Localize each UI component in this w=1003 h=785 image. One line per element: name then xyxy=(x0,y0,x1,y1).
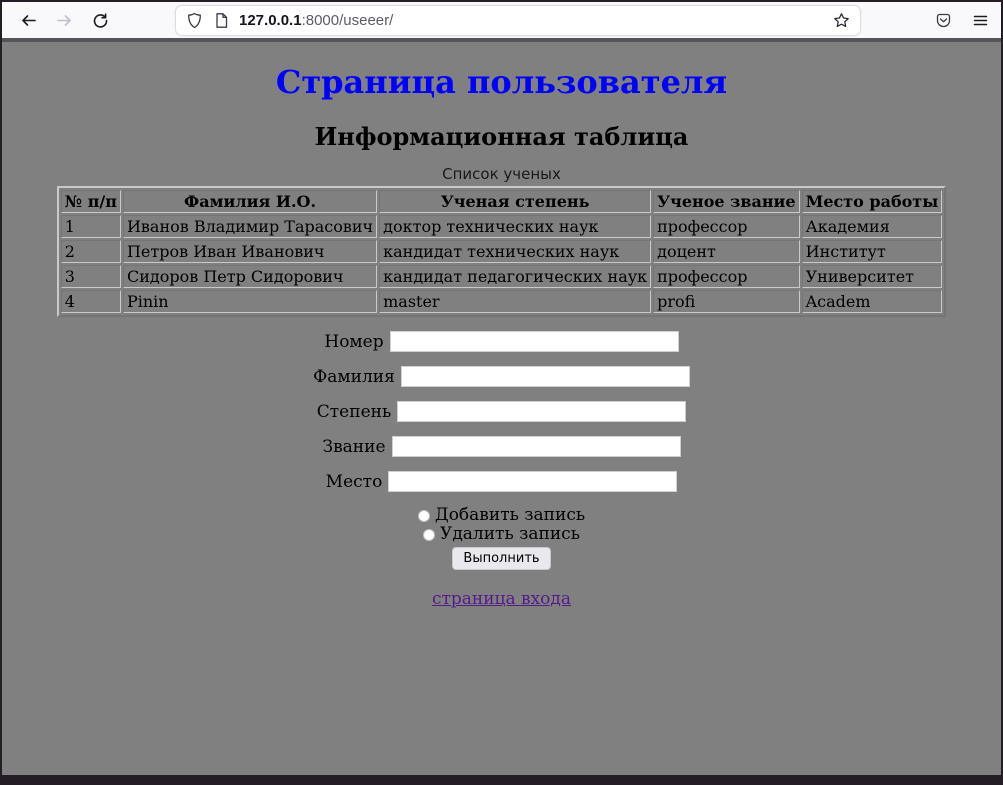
cell-number: 3 xyxy=(61,265,121,288)
web-page-content: Страница пользователя Информационная таб… xyxy=(2,42,1001,775)
add-record-radio[interactable] xyxy=(418,510,430,522)
record-form: Номер Фамилия Степень Звание Место xyxy=(2,331,1001,570)
table-row: 4 Pinin master profi Academ xyxy=(61,290,943,313)
cell-work: Академия xyxy=(802,215,943,238)
delete-record-radio[interactable] xyxy=(423,529,435,541)
table-row: 1 Иванов Владимир Тарасович доктор техни… xyxy=(61,215,943,238)
header-surname: Фамилия И.О. xyxy=(123,190,377,213)
form-row-degree: Степень xyxy=(2,401,1001,422)
header-degree: Ученая степень xyxy=(379,190,651,213)
number-label: Номер xyxy=(324,332,383,352)
page-title: Страница пользователя xyxy=(2,63,1001,101)
table-row: 2 Петров Иван Иванович кандидат техничес… xyxy=(61,240,943,263)
cell-degree: кандидат технических наук xyxy=(379,240,651,263)
link-row: страница входа xyxy=(2,589,1001,609)
table-caption: Список ученых xyxy=(2,165,1001,183)
cell-work: Институт xyxy=(802,240,943,263)
form-row-rank: Звание xyxy=(2,436,1001,457)
url-text[interactable]: 127.0.0.1:8000/useeer/ xyxy=(239,12,833,29)
back-arrow-icon xyxy=(20,12,37,29)
form-row-number: Номер xyxy=(2,331,1001,352)
cell-surname: Петров Иван Иванович xyxy=(123,240,377,263)
browser-toolbar: 127.0.0.1:8000/useeer/ xyxy=(2,2,1001,42)
browser-window: 127.0.0.1:8000/useeer/ Страница пользова… xyxy=(0,0,1003,785)
cell-surname: Сидоров Петр Сидорович xyxy=(123,265,377,288)
cell-degree: кандидат педагогических наук xyxy=(379,265,651,288)
header-work: Место работы xyxy=(802,190,943,213)
forward-button[interactable] xyxy=(56,12,73,29)
radio-row-add: Добавить запись xyxy=(2,506,1001,525)
cell-surname: Иванов Владимир Тарасович xyxy=(123,215,377,238)
cell-rank: profi xyxy=(653,290,799,313)
shield-icon[interactable] xyxy=(186,12,203,29)
rank-label: Звание xyxy=(322,437,385,457)
radio-row-delete: Удалить запись xyxy=(2,525,1001,544)
page-info-icon[interactable] xyxy=(213,12,230,29)
table-header-row: № п/п Фамилия И.О. Ученая степень Ученое… xyxy=(61,190,943,213)
add-record-label: Добавить запись xyxy=(435,506,585,525)
degree-label: Степень xyxy=(317,402,391,422)
cell-rank: профессор xyxy=(653,265,799,288)
delete-record-label: Удалить запись xyxy=(440,525,580,544)
table-row: 3 Сидоров Петр Сидорович кандидат педаго… xyxy=(61,265,943,288)
header-number: № п/п xyxy=(61,190,121,213)
cell-number: 1 xyxy=(61,215,121,238)
url-path: :8000/useeer/ xyxy=(302,12,394,29)
form-row-surname: Фамилия xyxy=(2,366,1001,387)
url-host: 127.0.0.1 xyxy=(239,12,302,29)
cell-degree: доктор технических наук xyxy=(379,215,651,238)
pocket-button[interactable] xyxy=(935,12,952,29)
page-subtitle: Информационная таблица xyxy=(2,122,1001,151)
surname-label: Фамилия xyxy=(313,367,395,387)
cell-surname: Pinin xyxy=(123,290,377,313)
work-label: Место xyxy=(326,472,383,492)
header-rank: Ученое звание xyxy=(653,190,799,213)
degree-input[interactable] xyxy=(397,401,686,422)
cell-rank: доцент xyxy=(653,240,799,263)
cell-number: 2 xyxy=(61,240,121,263)
star-icon xyxy=(833,12,850,29)
cell-work: Университет xyxy=(802,265,943,288)
reload-icon xyxy=(92,12,109,29)
cell-number: 4 xyxy=(61,290,121,313)
cell-work: Academ xyxy=(802,290,943,313)
scientists-table: № п/п Фамилия И.О. Ученая степень Ученое… xyxy=(57,186,947,317)
bookmark-star-button[interactable] xyxy=(833,12,850,29)
button-row: Выполнить xyxy=(2,547,1001,570)
rank-input[interactable] xyxy=(392,436,681,457)
app-menu-button[interactable] xyxy=(972,12,989,29)
number-input[interactable] xyxy=(390,331,679,352)
back-button[interactable] xyxy=(20,12,37,29)
forward-arrow-icon xyxy=(56,12,73,29)
form-row-work: Место xyxy=(2,471,1001,492)
pocket-icon xyxy=(935,12,952,29)
execute-button[interactable]: Выполнить xyxy=(452,547,550,570)
url-bar[interactable]: 127.0.0.1:8000/useeer/ xyxy=(175,5,861,36)
cell-rank: профессор xyxy=(653,215,799,238)
work-input[interactable] xyxy=(388,471,677,492)
hamburger-menu-icon xyxy=(972,12,989,29)
cell-degree: master xyxy=(379,290,651,313)
login-page-link[interactable]: страница входа xyxy=(432,589,571,609)
reload-button[interactable] xyxy=(92,12,109,29)
surname-input[interactable] xyxy=(401,366,690,387)
